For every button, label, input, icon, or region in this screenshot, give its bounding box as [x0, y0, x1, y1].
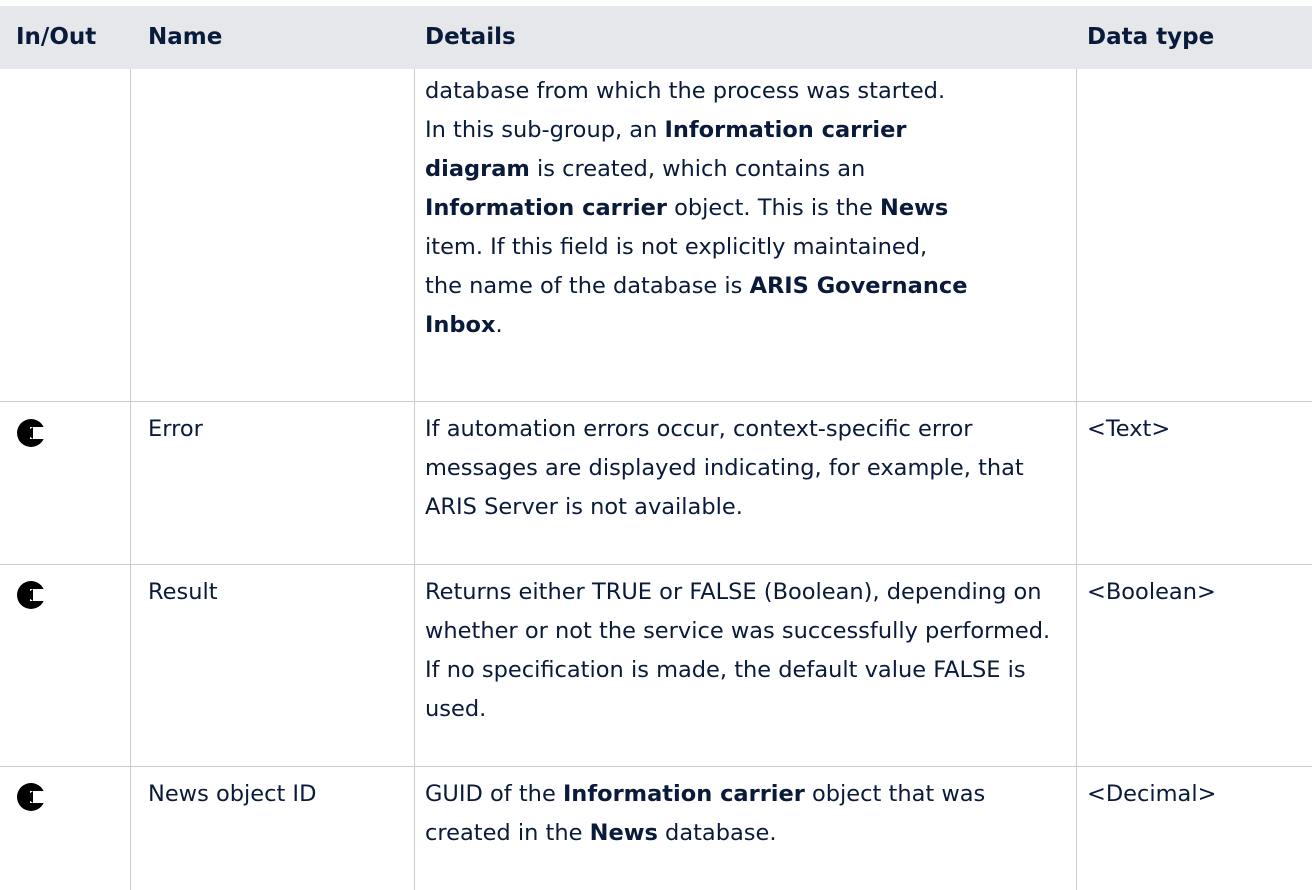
- header-datatype: Data type: [1087, 24, 1215, 50]
- table-row-details: If automation errors occur, context-spec…: [425, 416, 1024, 520]
- table-row-name: News object ID: [148, 781, 317, 807]
- row-divider: [0, 401, 1312, 402]
- output-arrow-icon: [17, 419, 46, 447]
- table-row-datatype: <Text>: [1087, 416, 1171, 442]
- output-arrow-icon: [17, 783, 46, 811]
- header-inout: In/Out: [16, 24, 97, 50]
- table-row-continued-details: database from which the process was star…: [425, 78, 968, 338]
- parameter-table: In/Out Name Details Data type database f…: [0, 0, 1312, 890]
- header-name: Name: [148, 24, 223, 50]
- table-row-name: Result: [148, 579, 218, 605]
- header-details: Details: [425, 24, 516, 50]
- row-divider: [0, 564, 1312, 565]
- table-row-datatype: <Decimal>: [1087, 781, 1217, 807]
- row-divider: [0, 766, 1312, 767]
- table-row-name: Error: [148, 416, 203, 442]
- table-row-details: GUID of the Information carrier object t…: [425, 781, 986, 846]
- table-row-datatype: <Boolean>: [1087, 579, 1216, 605]
- output-arrow-icon: [17, 581, 46, 609]
- table-row-details: Returns either TRUE or FALSE (Boolean), …: [425, 579, 1051, 722]
